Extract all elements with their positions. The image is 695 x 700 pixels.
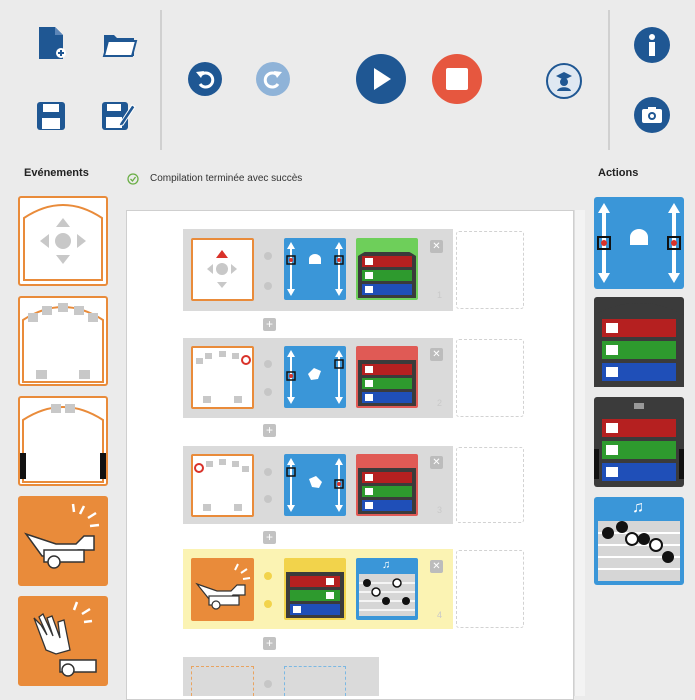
event-tap-card[interactable] — [18, 496, 108, 586]
robot-buttons-up-icon — [207, 250, 237, 288]
action-music-card[interactable]: ♫ — [594, 497, 684, 585]
run-icon[interactable] — [356, 54, 406, 104]
tap-hand-icon — [24, 503, 100, 569]
row-connector-dot — [264, 572, 272, 580]
top-led-red-icon — [358, 456, 416, 511]
row-connector-dot — [264, 388, 272, 396]
empty-action-slot[interactable] — [456, 447, 524, 523]
delete-row-button[interactable]: ✕ — [430, 456, 443, 469]
success-check-icon — [127, 172, 139, 185]
toolbar-separator — [160, 10, 162, 150]
row1-action-top-color[interactable] — [356, 238, 418, 300]
empty-action-slot[interactable] — [456, 550, 524, 628]
action-top-color-card[interactable] — [594, 297, 684, 387]
top-led-yellow-icon — [286, 560, 344, 615]
events-panel-title: Evénements — [24, 167, 89, 179]
motors-icon — [597, 203, 681, 283]
row-number: 2 — [437, 398, 443, 408]
screenshot-icon[interactable] — [634, 97, 670, 133]
new-file-icon[interactable] — [35, 24, 69, 62]
top-led-red-icon — [358, 348, 416, 403]
bottom-led-icon — [594, 403, 684, 481]
row3-action-top-color[interactable] — [356, 454, 418, 516]
row-connector-dot — [264, 252, 272, 260]
music-staff-icon — [359, 574, 415, 616]
row2-action-motors[interactable] — [284, 346, 346, 408]
empty-action-slot[interactable] — [456, 231, 524, 309]
action-bottom-color-card[interactable] — [594, 397, 684, 487]
add-row-button[interactable]: + — [263, 637, 276, 650]
top-led-green-icon — [358, 240, 416, 295]
tap-hand-icon — [195, 563, 251, 610]
stop-icon[interactable] — [432, 54, 482, 104]
row-number: 1 — [437, 290, 443, 300]
row-connector-dot — [264, 600, 272, 608]
delete-row-button[interactable]: ✕ — [430, 560, 443, 573]
actions-panel-title: Actions — [598, 167, 639, 179]
delete-row-button[interactable]: ✕ — [430, 348, 443, 361]
robot-buttons-icon — [23, 204, 103, 281]
motors-turn-left-icon — [286, 458, 344, 512]
row-connector-dot — [264, 360, 272, 368]
add-row-button[interactable]: + — [263, 531, 276, 544]
delete-row-button[interactable]: ✕ — [430, 240, 443, 253]
info-icon[interactable] — [634, 27, 670, 63]
music-staff-icon — [598, 521, 680, 581]
empty-action-slot-blue[interactable] — [284, 666, 346, 696]
row3-action-motors[interactable] — [284, 454, 346, 516]
row2-action-top-color[interactable] — [356, 346, 418, 408]
status-message: Compilation terminée avec succès — [150, 173, 303, 184]
redo-icon[interactable] — [256, 62, 290, 96]
event-buttons-card[interactable] — [18, 196, 108, 286]
row4-event-tap[interactable] — [191, 558, 254, 621]
row1-action-motors[interactable] — [284, 238, 346, 300]
row-connector-dot — [264, 680, 272, 688]
clap-hands-icon — [33, 601, 97, 677]
front-sensors-right-icon — [196, 351, 251, 403]
row2-event-front-sensors[interactable] — [191, 346, 254, 409]
empty-action-slot[interactable] — [456, 339, 524, 417]
open-folder-icon[interactable] — [101, 28, 139, 60]
row3-event-front-sensors[interactable] — [191, 454, 254, 517]
front-sensors-left-icon — [194, 459, 249, 511]
row-number: 3 — [437, 505, 443, 515]
music-note-icon: ♫ — [382, 559, 391, 571]
row-number: 4 — [437, 610, 443, 620]
empty-event-slot[interactable] — [191, 666, 254, 696]
event-clap-card[interactable] — [18, 596, 108, 686]
save-icon[interactable] — [33, 98, 69, 134]
teacher-mode-icon[interactable] — [546, 63, 582, 99]
event-ground-sensors-card[interactable] — [18, 396, 108, 486]
row4-action-music[interactable]: ♫ — [356, 558, 418, 620]
event-front-sensors-card[interactable] — [18, 296, 108, 386]
top-led-icon — [594, 303, 684, 387]
toolbar-separator-right — [608, 10, 610, 150]
row4-action-top-color[interactable] — [284, 558, 346, 620]
music-note-icon: ♫ — [632, 499, 644, 516]
row1-event-buttons[interactable] — [191, 238, 254, 301]
program-scrollbar[interactable] — [574, 210, 585, 696]
add-row-button[interactable]: + — [263, 318, 276, 331]
row-connector-dot — [264, 468, 272, 476]
row-connector-dot — [264, 282, 272, 290]
row-connector-dot — [264, 495, 272, 503]
motors-forward-icon — [286, 242, 344, 296]
add-row-button[interactable]: + — [263, 424, 276, 437]
front-sensors-icon — [22, 303, 104, 383]
undo-icon[interactable] — [188, 62, 222, 96]
action-motors-card[interactable] — [594, 197, 684, 289]
ground-sensors-icon — [20, 404, 106, 483]
motors-turn-icon — [286, 350, 344, 404]
save-as-icon[interactable] — [99, 96, 137, 134]
